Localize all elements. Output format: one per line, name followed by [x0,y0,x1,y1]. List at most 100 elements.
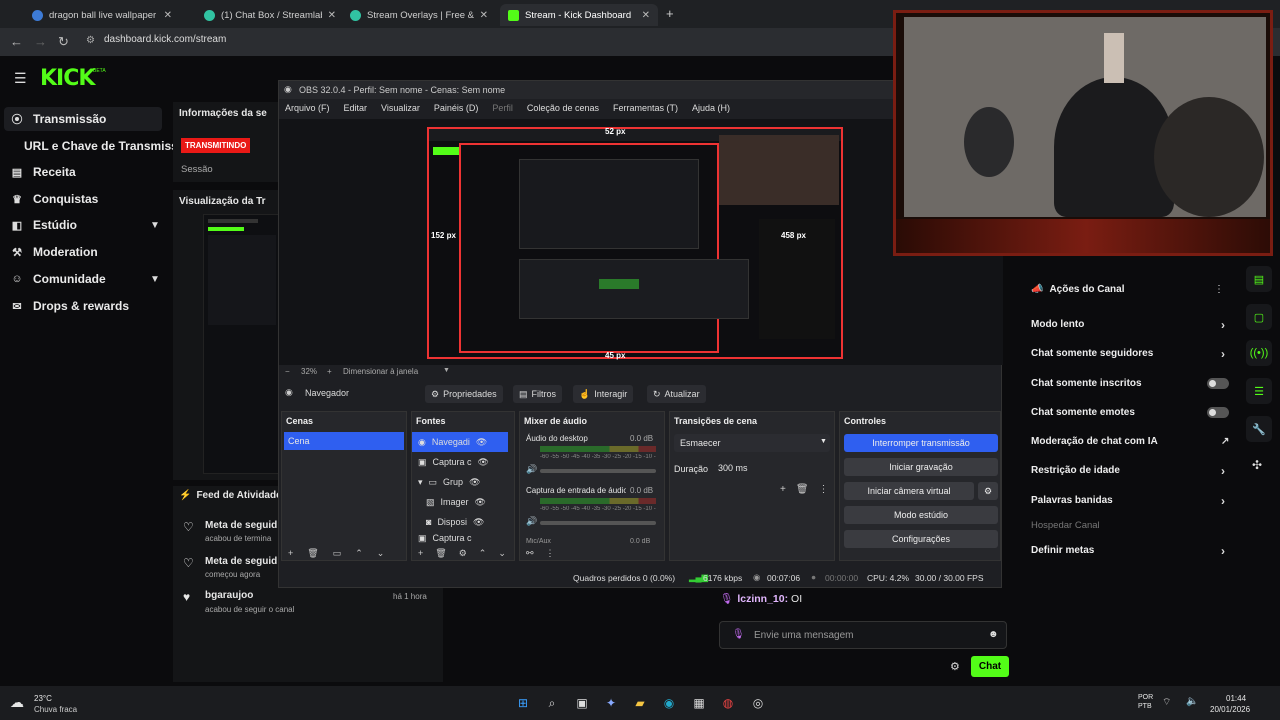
action-banned-words[interactable]: Palavras banidas › [1031,494,1231,508]
properties-button[interactable]: ⚙ Propriedades [425,385,503,403]
chrome-icon[interactable]: ◍ [719,694,737,712]
clipboard-icon[interactable]: ▤ [1246,266,1272,292]
start-virtual-camera-button[interactable]: Iniciar câmera virtual [844,482,974,500]
sidebar-item-transmissao[interactable]: ⦿ Transmissão [10,107,107,131]
zoom-out-button[interactable]: − [285,367,290,376]
close-icon[interactable]: ✕ [164,10,172,21]
speaker-icon[interactable]: 🔊 [526,464,537,475]
tab-stream-overlays[interactable]: Stream Overlays | Free & Prem ✕ [342,4,496,26]
stop-streaming-button[interactable]: Interromper transmissão [844,434,998,452]
filters-button[interactable]: ▤ Filtros [513,385,563,403]
sidebar-item-receita[interactable]: ▤ Receita [10,160,76,184]
trash-icon[interactable]: 🗑 [796,484,809,495]
stream-preview-video[interactable] [203,214,281,474]
obs-taskbar-icon[interactable]: ◎ [749,694,767,712]
more-icon[interactable]: ⋮ [1214,284,1224,295]
volume-icon[interactable]: 🔈 [1186,696,1198,707]
wrench-icon[interactable]: 🔧 [1246,416,1272,442]
gear-icon[interactable]: ⚙ [950,660,960,673]
source-item[interactable]: ▧ Imager 👁 [420,492,508,512]
source-item[interactable]: ◉ Navegadi 👁 [412,432,508,452]
gear-icon[interactable]: ⚙ [459,548,467,559]
site-info-icon[interactable]: ⚙ [86,35,95,46]
volume-slider[interactable] [540,521,656,525]
wifi-icon[interactable]: ⌔ [1162,696,1171,709]
eye-icon[interactable]: 👁 [478,457,489,468]
trash-icon[interactable]: 🗑 [307,548,318,559]
forward-icon[interactable]: → [34,34,47,49]
menu-colecao-cenas[interactable]: Coleção de cenas [527,103,599,115]
menu-arquivo[interactable]: Arquivo (F) [285,103,330,115]
emoji-icon[interactable]: ☻ [988,629,999,640]
weather-temp[interactable]: 23°C [34,694,52,703]
add-icon[interactable]: + [418,548,423,559]
menu-ajuda[interactable]: Ajuda (H) [692,103,730,115]
send-chat-button[interactable]: Chat [971,656,1009,677]
sidebar-item-conquistas[interactable]: ♛ Conquistas [10,187,98,211]
start-recording-button[interactable]: Iniciar gravação [844,458,998,476]
sidebar-item-moderation[interactable]: ⚒ Moderation [10,240,98,264]
menu-visualizar[interactable]: Visualizar [381,103,420,115]
chat-icon[interactable]: ▢ [1246,304,1272,330]
action-ai-moderation[interactable]: Moderação de chat com IA ↗ [1031,436,1231,447]
sidebar-item-drops[interactable]: ✉ Drops & rewards [10,294,129,318]
filter-icon[interactable]: ▭ [333,548,342,559]
url-field[interactable]: dashboard.kick.com/stream [104,34,226,50]
source-item[interactable]: ▣ Captura c [412,532,508,544]
close-icon[interactable]: ✕ [328,10,336,21]
copilot-icon[interactable]: ✦ [602,694,620,712]
source-item[interactable]: ◙ Disposi 👁 [420,512,508,532]
list-icon[interactable]: ☰ [1246,378,1272,404]
zoom-in-button[interactable]: + [327,367,332,376]
action-slow-mode[interactable]: Modo lento › [1031,318,1231,332]
speaker-icon[interactable]: 🔊 [526,516,537,527]
action-set-goals[interactable]: Definir metas › [1031,544,1231,558]
chat-input[interactable]: 🎙 Envie uma mensagem ☻ [719,621,1007,649]
reload-icon[interactable]: ↻ [58,34,69,50]
eye-icon[interactable]: 👁 [475,497,486,508]
source-item[interactable]: ▾ ▭ Grup 👁 [412,472,508,492]
action-subscribers-only[interactable]: Chat somente inscritos [1031,378,1231,389]
eye-icon[interactable]: 👁 [476,437,487,448]
scene-item[interactable]: Cena [284,432,404,450]
duration-input[interactable]: 300 ms [714,460,830,476]
store-icon[interactable]: ▦ [690,694,708,712]
transition-select[interactable]: Esmaecer ▼ [674,434,830,452]
windows-start-icon[interactable]: ⊞ [514,694,532,712]
close-icon[interactable]: ✕ [642,10,650,21]
action-emotes-only[interactable]: Chat somente emotes [1031,407,1231,418]
task-view-icon[interactable]: ▣ [573,694,591,712]
close-icon[interactable]: ✕ [480,10,488,21]
studio-mode-button[interactable]: Modo estúdio [844,506,998,524]
language-indicator[interactable]: POR PTB [1138,693,1156,711]
clock-time[interactable]: 01:44 [1226,694,1246,703]
volume-slider[interactable] [540,469,656,473]
eye-icon[interactable]: 👁 [469,477,480,488]
menu-icon[interactable]: ☰ [14,70,27,87]
clock-date[interactable]: 20/01/2026 [1210,705,1250,714]
more-icon[interactable]: ⋮ [546,548,555,559]
weather-desc[interactable]: Chuva fraca [34,705,77,714]
obs-preview-canvas[interactable] [427,127,843,359]
search-icon[interactable]: ⌕ [543,694,561,712]
new-tab-button[interactable]: + [666,6,674,21]
trash-icon[interactable]: 🗑 [435,548,446,559]
sidebar-item-url-chave[interactable]: URL e Chave de Transmissão [24,134,192,158]
eye-icon[interactable]: 👁 [473,517,484,528]
emotes-only-toggle[interactable] [1207,407,1229,418]
edge-icon[interactable]: ◉ [660,694,678,712]
up-icon[interactable]: ⌃ [355,548,363,559]
gear-icon[interactable]: ⚙ [978,482,998,500]
more-icon[interactable]: ⋮ [819,484,829,495]
add-icon[interactable]: + [780,484,786,495]
refresh-button[interactable]: ↻ Atualizar [647,385,706,403]
file-explorer-icon[interactable]: ▰ [631,694,649,712]
chevron-down-icon[interactable]: ▼ [443,367,450,374]
subscribers-only-toggle[interactable] [1207,378,1229,389]
sidebar-item-estudio[interactable]: ◧ Estúdio ▼ [10,213,162,237]
kick-logo[interactable]: KICK [40,66,95,91]
sidebar-item-comunidade[interactable]: ☺ Comunidade ▼ [10,267,162,291]
up-icon[interactable]: ⌃ [479,548,487,559]
action-followers-only[interactable]: Chat somente seguidores › [1031,347,1231,361]
back-icon[interactable]: ← [10,34,23,49]
